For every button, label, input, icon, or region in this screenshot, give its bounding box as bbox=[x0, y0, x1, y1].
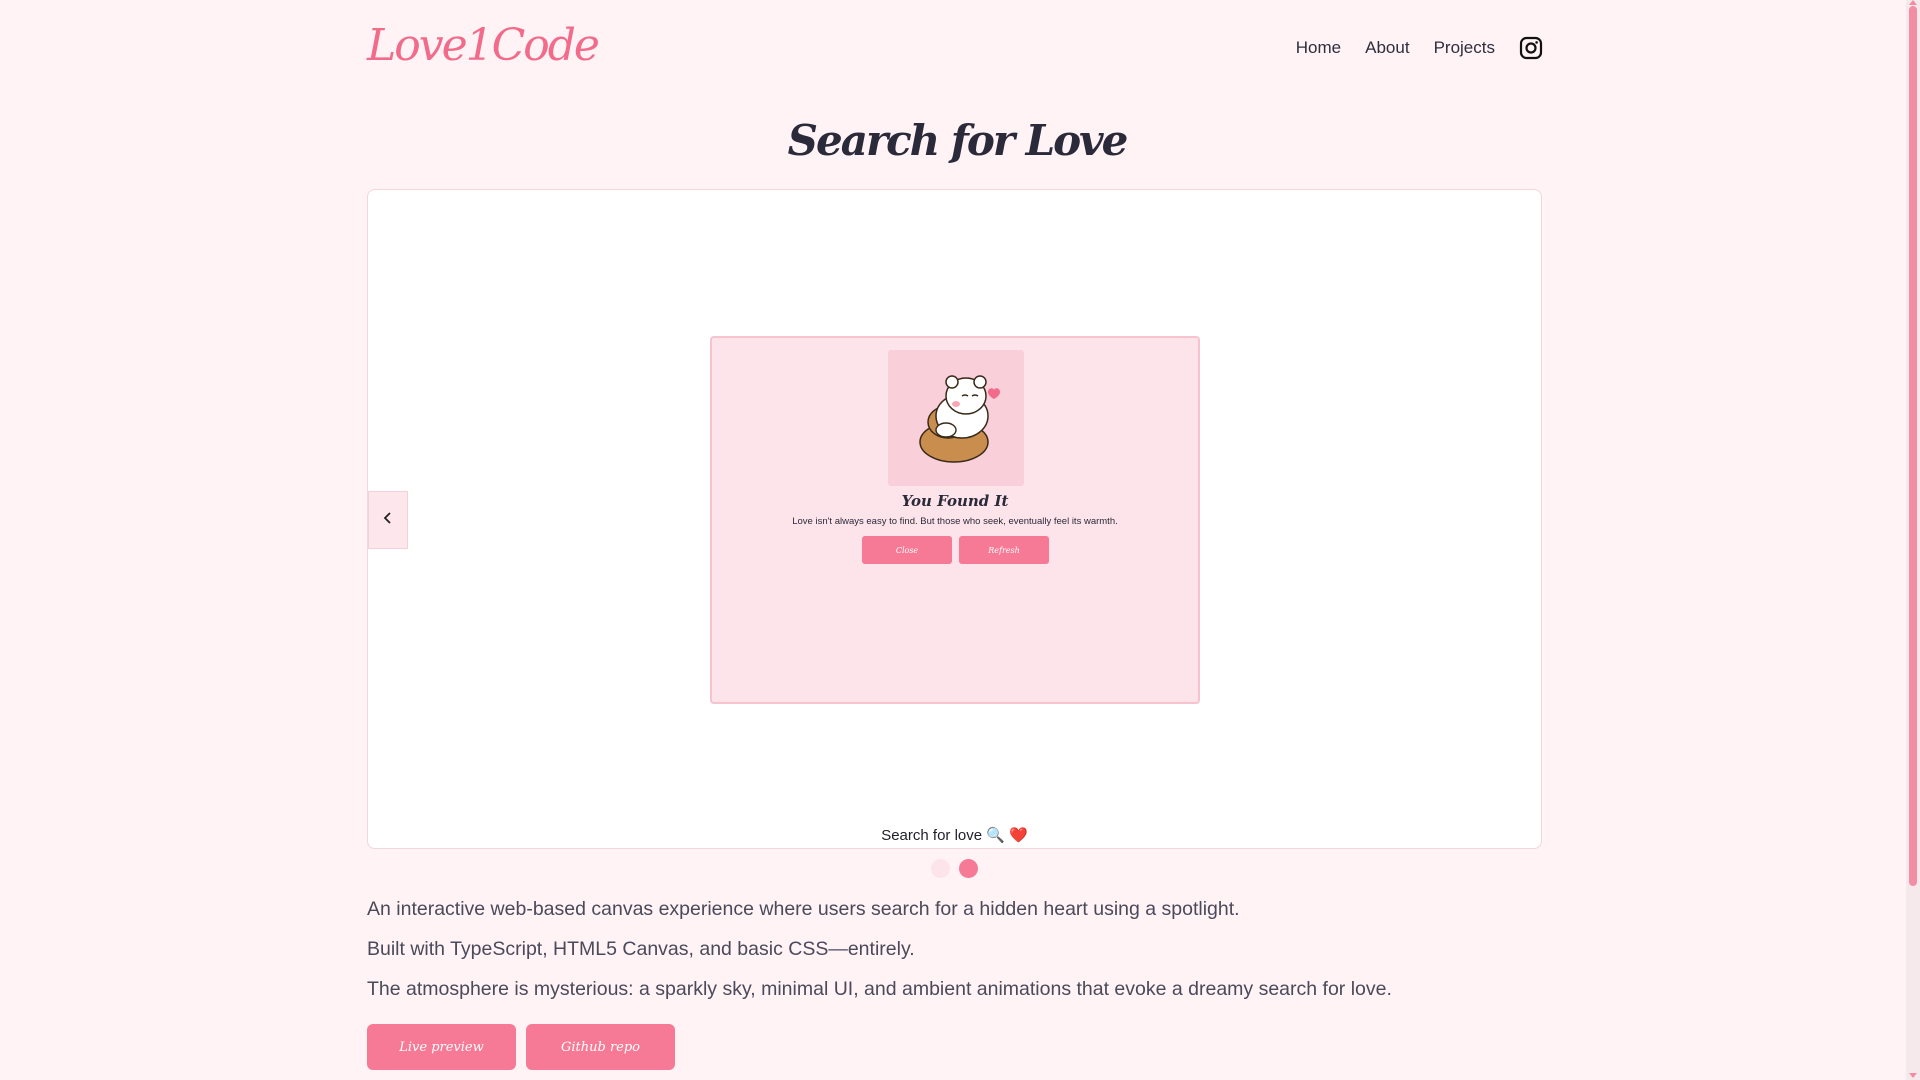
chevron-left-icon bbox=[382, 510, 394, 530]
carousel-prev-button[interactable] bbox=[368, 491, 408, 549]
scroll-up-icon[interactable] bbox=[1909, 0, 1917, 5]
slide-text: Love isn't always easy to find. But thos… bbox=[792, 516, 1118, 527]
nav-home[interactable]: Home bbox=[1296, 38, 1341, 58]
description-paragraph: An interactive web-based canvas experien… bbox=[367, 898, 1240, 920]
instagram-icon[interactable] bbox=[1519, 36, 1543, 60]
scroll-thumb[interactable] bbox=[1909, 6, 1917, 886]
live-preview-button[interactable]: Live preview bbox=[367, 1024, 516, 1070]
slide-close-button[interactable]: Close bbox=[862, 536, 952, 564]
bear-hug-illustration bbox=[888, 350, 1024, 486]
logo[interactable]: Love1Code bbox=[367, 20, 600, 71]
page: Love1Code Home About Projects Search for… bbox=[0, 0, 1920, 1080]
scroll-down-icon[interactable] bbox=[1909, 1073, 1917, 1078]
carousel-dot-2[interactable] bbox=[959, 859, 978, 878]
slide-caption: Search for love 🔍 ❤️ bbox=[881, 827, 1028, 844]
nav-projects[interactable]: Projects bbox=[1434, 38, 1495, 58]
project-carousel: You Found It Love isn't always easy to f… bbox=[367, 189, 1542, 849]
project-description: An interactive web-based canvas experien… bbox=[367, 896, 1547, 1016]
carousel-dots bbox=[931, 859, 978, 878]
nav-about[interactable]: About bbox=[1365, 38, 1409, 58]
site-header: Love1Code Home About Projects bbox=[367, 18, 1543, 82]
main-nav: Home About Projects bbox=[1296, 36, 1543, 60]
github-repo-button[interactable]: Github repo bbox=[526, 1024, 675, 1070]
slide-refresh-button[interactable]: Refresh bbox=[959, 536, 1049, 564]
description-paragraph: The atmosphere is mysterious: a sparkly … bbox=[367, 978, 1392, 1000]
description-paragraph: Built with TypeScript, HTML5 Canvas, and… bbox=[367, 938, 915, 960]
page-title: Search for Love bbox=[787, 116, 1129, 165]
slide-heading: You Found It bbox=[901, 492, 1009, 510]
carousel-slide: You Found It Love isn't always easy to f… bbox=[710, 336, 1200, 704]
project-actions: Live preview Github repo bbox=[367, 1024, 675, 1070]
scrollbar[interactable] bbox=[1906, 0, 1920, 1080]
carousel-dot-1[interactable] bbox=[931, 859, 950, 878]
